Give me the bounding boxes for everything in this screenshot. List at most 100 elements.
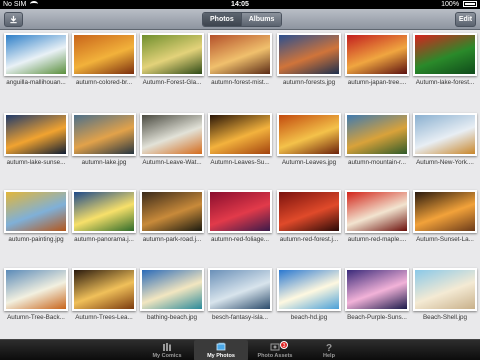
photo-thumbnail[interactable]: [72, 33, 136, 76]
photo-item[interactable]: Autumn-lake-forest...: [411, 31, 479, 101]
photo-image: [142, 270, 202, 309]
photo-filename: Autumn-Leaves-Su...: [210, 159, 270, 166]
photo-image: [415, 35, 475, 74]
photo-item[interactable]: Autumn-Leaves.jpg: [275, 111, 343, 181]
battery-icon: [463, 1, 477, 8]
photo-thumbnail[interactable]: [277, 268, 341, 311]
tab-photos[interactable]: Photos: [203, 13, 241, 26]
photo-thumbnail[interactable]: [413, 113, 477, 156]
photo-item[interactable]: bathing-beach.jpg: [138, 266, 206, 336]
photo-image: [74, 192, 134, 231]
photo-item[interactable]: besch-fantasy-isla...: [206, 266, 274, 336]
photo-item[interactable]: autumn-forests.jpg: [275, 31, 343, 101]
photo-thumbnail[interactable]: [140, 190, 204, 233]
photo-thumbnail[interactable]: [140, 33, 204, 76]
photo-item[interactable]: autumn-red-maple....: [343, 188, 411, 258]
photo-thumbnail[interactable]: [277, 190, 341, 233]
photo-thumbnail[interactable]: [72, 268, 136, 311]
photo-image: [347, 115, 407, 154]
photo-image: [347, 270, 407, 309]
photo-item[interactable]: beach-hd.jpg: [275, 266, 343, 336]
photo-item[interactable]: Autumn-New-York....: [411, 111, 479, 181]
photo-item[interactable]: autumn-lake-sunse...: [2, 111, 70, 181]
photo-image: [279, 192, 339, 231]
photo-thumbnail[interactable]: [413, 190, 477, 233]
photo-thumbnail[interactable]: [4, 190, 68, 233]
top-toolbar: Photos Albums Edit: [0, 9, 480, 30]
photo-assets-badge: 3: [280, 341, 288, 349]
photo-thumbnail[interactable]: [413, 268, 477, 311]
photo-item[interactable]: Beach-Purple-Suns...: [343, 266, 411, 336]
help-question-icon: ?: [326, 343, 332, 352]
tab-photo-assets-label: Photo Assets: [257, 353, 293, 359]
photo-thumbnail[interactable]: [72, 190, 136, 233]
photo-thumbnail[interactable]: [413, 33, 477, 76]
photo-thumbnail[interactable]: [72, 113, 136, 156]
photo-image: [6, 115, 66, 154]
photo-item[interactable]: autumn-red-forest.j...: [275, 188, 343, 258]
photo-image: [142, 192, 202, 231]
photo-filename: Autumn-Leaves.jpg: [281, 159, 337, 166]
photo-filename: besch-fantasy-isla...: [212, 314, 268, 321]
edit-button[interactable]: Edit: [455, 12, 476, 27]
photo-item[interactable]: autumn-japan-tree....: [343, 31, 411, 101]
photo-thumbnail[interactable]: [4, 268, 68, 311]
photo-filename: autumn-lake-sunse...: [6, 159, 66, 166]
tab-help[interactable]: ? Help: [302, 340, 356, 360]
photo-item[interactable]: Autumn-Trees-Lea...: [70, 266, 138, 336]
photo-filename: Beach-Shell.jpg: [422, 314, 468, 321]
photo-thumbnail[interactable]: [140, 268, 204, 311]
photo-item[interactable]: autumn-panorama.j...: [70, 188, 138, 258]
photo-filename: autumn-painting.jpg: [8, 236, 64, 243]
tab-my-comics-label: My Comics: [152, 353, 182, 359]
tab-albums[interactable]: Albums: [240, 13, 282, 26]
photo-item[interactable]: anguilla-mallihouan...: [2, 31, 70, 101]
photo-image: [142, 115, 202, 154]
photo-item[interactable]: Autumn-Sunset-La...: [411, 188, 479, 258]
photo-item[interactable]: autumn-forest-mist...: [206, 31, 274, 101]
photo-thumbnail[interactable]: [4, 113, 68, 156]
photo-image: [6, 270, 66, 309]
status-time: 14:05: [231, 1, 249, 8]
photo-image: [74, 115, 134, 154]
photo-filename: Beach-Purple-Suns...: [347, 314, 407, 321]
photo-item[interactable]: Autumn-Tree-Back...: [2, 266, 70, 336]
photo-thumbnail[interactable]: [345, 190, 409, 233]
photo-thumbnail[interactable]: [345, 33, 409, 76]
photo-thumbnail[interactable]: [345, 113, 409, 156]
photo-thumbnail[interactable]: [345, 268, 409, 311]
photo-item[interactable]: autumn-painting.jpg: [2, 188, 70, 258]
photo-filename: Autumn-lake-forest...: [415, 79, 475, 86]
photo-thumbnail[interactable]: [208, 113, 272, 156]
photo-item[interactable]: Autumn-Leave-Wat...: [138, 111, 206, 181]
photo-image: [74, 35, 134, 74]
photo-filename: anguilla-mallihouan...: [6, 79, 66, 86]
photo-filename: Autumn-Forest-Gla...: [142, 79, 202, 86]
tab-help-label: Help: [323, 353, 335, 359]
photo-item[interactable]: autumn-mountain-r...: [343, 111, 411, 181]
photo-item[interactable]: Autumn-Forest-Gla...: [138, 31, 206, 101]
photo-image: [415, 270, 475, 309]
photo-filename: autumn-colored-br...: [75, 79, 133, 86]
photo-thumbnail[interactable]: [277, 33, 341, 76]
photo-thumbnail[interactable]: [208, 268, 272, 311]
photo-item[interactable]: Beach-Shell.jpg: [411, 266, 479, 336]
photo-thumbnail[interactable]: [277, 113, 341, 156]
photo-thumbnail[interactable]: [208, 33, 272, 76]
photo-filename: autumn-red-foliage...: [210, 236, 270, 243]
photo-thumbnail[interactable]: [208, 190, 272, 233]
tab-my-comics[interactable]: My Comics: [140, 340, 194, 360]
photo-filename: Autumn-Trees-Lea...: [75, 314, 133, 321]
photo-item[interactable]: Autumn-Leaves-Su...: [206, 111, 274, 181]
photo-item[interactable]: autumn-park-road.j...: [138, 188, 206, 258]
tab-my-photos[interactable]: My Photos: [194, 340, 248, 360]
photo-filename: autumn-park-road.j...: [142, 236, 202, 243]
download-button[interactable]: [4, 12, 23, 27]
photo-item[interactable]: autumn-colored-br...: [70, 31, 138, 101]
photo-item[interactable]: autumn-lake.jpg: [70, 111, 138, 181]
photo-thumbnail[interactable]: [4, 33, 68, 76]
photo-thumbnail[interactable]: [140, 113, 204, 156]
photos-albums-segmented-control: Photos Albums: [202, 12, 283, 27]
tab-photo-assets[interactable]: 3 Photo Assets: [248, 340, 302, 360]
photo-item[interactable]: autumn-red-foliage...: [206, 188, 274, 258]
